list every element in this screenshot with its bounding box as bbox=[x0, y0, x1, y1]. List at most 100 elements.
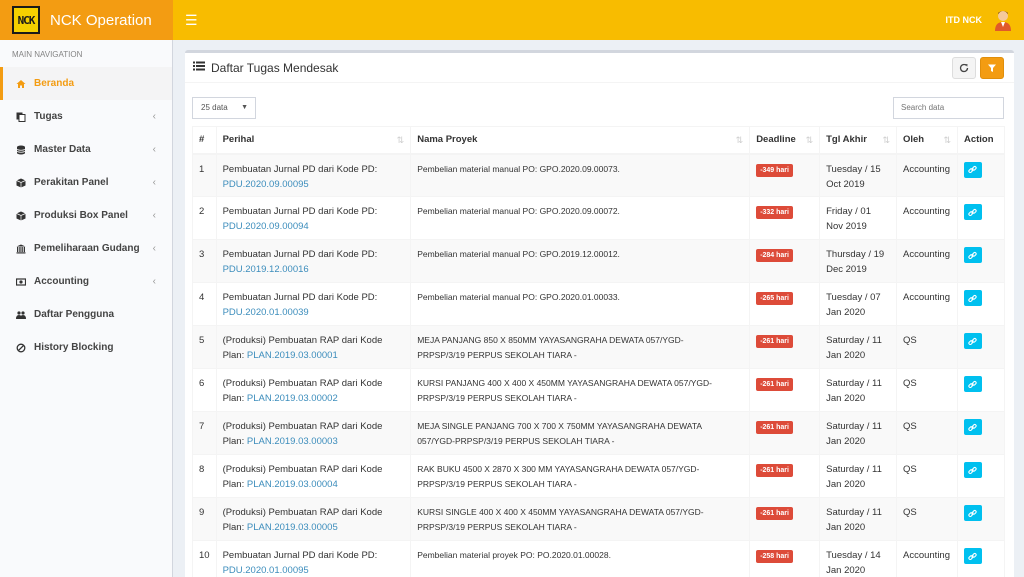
column-header-tgl-akhir[interactable]: Tgl Akhir ⇅ bbox=[819, 126, 897, 155]
sort-icon: ⇅ bbox=[805, 135, 814, 145]
sidebar-item-tugas[interactable]: Tugas ‹ bbox=[0, 100, 172, 133]
cube-icon bbox=[16, 211, 26, 221]
task-code-link[interactable]: PDU.2019.12.00016 bbox=[223, 264, 309, 275]
project-name: RAK BUKU 4500 X 2870 X 300 MM YAYASANGRA… bbox=[417, 464, 700, 474]
open-link-button[interactable] bbox=[963, 505, 982, 521]
open-link-button[interactable] bbox=[963, 462, 982, 478]
deadline-cell: -258 hari bbox=[749, 540, 821, 577]
refresh-button[interactable] bbox=[952, 56, 976, 79]
link-icon bbox=[968, 380, 978, 388]
project-name-cell: MEJA SINGLE PANJANG 700 X 700 X 750MM YA… bbox=[410, 411, 751, 455]
assignee-cell: QS bbox=[896, 411, 958, 455]
sidebar-item-label: Master Data bbox=[34, 144, 91, 155]
task-code-link[interactable]: PDU.2020.01.00039 bbox=[223, 307, 309, 318]
sidebar-item-accounting[interactable]: Accounting ‹ bbox=[0, 265, 172, 298]
task-code-link[interactable]: PLAN.2019.03.00002 bbox=[247, 393, 338, 404]
perihal-prefix: Plan: bbox=[222, 393, 245, 404]
sidebar-item-master-data[interactable]: Master Data ‹ bbox=[0, 133, 172, 166]
project-name-cell: RAK BUKU 4500 X 2870 X 300 MM YAYASANGRA… bbox=[410, 454, 751, 498]
open-link-button[interactable] bbox=[963, 247, 982, 263]
logo-bar[interactable]: NCK NCK Operation bbox=[0, 0, 173, 40]
perihal-cell: Pembuatan Jurnal PD dari Kode PD: PDU.202… bbox=[215, 540, 412, 577]
deadline-badge: -265 hari bbox=[756, 292, 793, 305]
row-number-cell: 3 bbox=[192, 239, 217, 283]
perihal-prefix: Plan: bbox=[222, 436, 245, 447]
perihal-cell: (Produksi) Pembuatan RAP dari Kode Plan: … bbox=[215, 497, 412, 541]
sidebar-item-label: Accounting bbox=[34, 276, 89, 287]
task-code-link[interactable]: PLAN.2019.03.00004 bbox=[247, 479, 338, 490]
end-date-cell: Saturday / 11 Jan 2020 bbox=[819, 411, 897, 455]
search-input[interactable] bbox=[893, 96, 1004, 119]
assignee-cell: QS bbox=[896, 454, 958, 498]
sidebar-item-label: History Blocking bbox=[34, 342, 114, 353]
perihal-cell: (Produksi) Pembuatan RAP dari Kode Plan: … bbox=[215, 411, 412, 455]
sidebar-item-produksi-box-panel[interactable]: Produksi Box Panel ‹ bbox=[0, 199, 172, 232]
sidebar-item-beranda[interactable]: Beranda bbox=[0, 67, 172, 100]
ban-icon bbox=[16, 343, 26, 353]
open-link-button[interactable] bbox=[963, 376, 982, 392]
perihal-cell: Pembuatan Jurnal PD dari Kode PD: PDU.201… bbox=[215, 239, 412, 283]
sidebar-item-label: Daftar Pengguna bbox=[34, 309, 115, 320]
column-header-oleh[interactable]: Oleh ⇅ bbox=[896, 126, 958, 155]
sidebar-item-perakitan-panel[interactable]: Perakitan Panel ‹ bbox=[0, 166, 172, 199]
project-name: KURSI PANJANG 400 X 400 X 450MM YAYASANG… bbox=[417, 378, 712, 388]
perihal-prefix: Plan: bbox=[222, 350, 245, 361]
open-link-button[interactable] bbox=[963, 333, 982, 349]
end-date-cell: Tuesday / 07 Jan 2020 bbox=[819, 282, 897, 326]
home-icon bbox=[16, 79, 26, 89]
perihal-text: Pembuatan Jurnal PD dari Kode PD: bbox=[222, 163, 378, 175]
sidebar-item-daftar-pengguna[interactable]: Daftar Pengguna bbox=[0, 298, 172, 331]
sidebar-item-pemeliharaan-gudang[interactable]: Pemeliharaan Gudang ‹ bbox=[0, 232, 172, 265]
column-header-nama-proyek[interactable]: Nama Proyek ⇅ bbox=[410, 126, 751, 155]
perihal-cell: (Produksi) Pembuatan RAP dari Kode Plan: … bbox=[215, 368, 412, 412]
deadline-cell: -261 hari bbox=[749, 454, 821, 498]
filter-icon bbox=[988, 64, 996, 72]
app-logo: NCK bbox=[12, 6, 40, 34]
list-icon bbox=[193, 61, 205, 74]
chevron-left-icon: ‹ bbox=[152, 276, 156, 287]
refresh-icon bbox=[959, 63, 969, 72]
column-header-no[interactable]: # bbox=[192, 126, 217, 155]
task-code-link[interactable]: PDU.2020.09.00094 bbox=[223, 221, 309, 232]
user-menu[interactable]: ITD NCK bbox=[946, 9, 1013, 31]
perihal-text: (Produksi) Pembuatan RAP dari Kode bbox=[222, 335, 383, 346]
nav-heading: MAIN NAVIGATION bbox=[12, 50, 83, 59]
open-link-button[interactable] bbox=[963, 290, 982, 306]
task-code-link[interactable]: PLAN.2019.03.00005 bbox=[247, 522, 338, 533]
table-controls: 25 data ▼ bbox=[185, 91, 1014, 124]
cube-icon bbox=[16, 178, 26, 188]
project-name: MEJA PANJANG 850 X 850MM YAYASANGRAHA DE… bbox=[417, 335, 684, 345]
deadline-cell: -261 hari bbox=[749, 325, 821, 369]
sidebar-item-label: Produksi Box Panel bbox=[34, 210, 128, 221]
row-number-cell: 10 bbox=[192, 540, 217, 577]
task-code-link[interactable]: PLAN.2019.03.00001 bbox=[247, 350, 338, 361]
sidebar-item-history-blocking[interactable]: History Blocking bbox=[0, 331, 172, 364]
task-code-link[interactable]: PDU.2020.09.00095 bbox=[223, 179, 309, 190]
caret-down-icon: ▼ bbox=[241, 104, 248, 111]
row-number-cell: 2 bbox=[192, 196, 217, 240]
project-name: Pembelian material manual PO: GPO.2020.0… bbox=[417, 206, 620, 216]
page-size-select[interactable]: 25 data ▼ bbox=[192, 96, 256, 119]
project-name-cell: KURSI PANJANG 400 X 400 X 450MM YAYASANG… bbox=[410, 368, 751, 412]
column-header-perihal[interactable]: Perihal ⇅ bbox=[215, 126, 412, 155]
chevron-left-icon: ‹ bbox=[152, 210, 156, 221]
column-header-action: Action bbox=[956, 126, 1006, 155]
bank-icon bbox=[16, 244, 26, 254]
open-link-button[interactable] bbox=[963, 548, 982, 564]
open-link-button[interactable] bbox=[963, 204, 982, 220]
open-link-button[interactable] bbox=[963, 161, 982, 178]
task-code-link[interactable]: PLAN.2019.03.00003 bbox=[247, 436, 338, 447]
menu-toggle-icon[interactable]: ☰ bbox=[185, 12, 198, 29]
task-code-link[interactable]: PDU.2020.01.00095 bbox=[223, 565, 309, 576]
table-row: 6 (Produksi) Pembuatan RAP dari Kode Plan:… bbox=[192, 368, 1006, 412]
end-date-cell: Saturday / 11 Jan 2020 bbox=[819, 325, 897, 369]
link-icon bbox=[968, 208, 978, 216]
row-number-cell: 9 bbox=[192, 497, 217, 541]
open-link-button[interactable] bbox=[963, 419, 982, 435]
perihal-cell: Pembuatan Jurnal PD dari Kode PD: PDU.202… bbox=[215, 196, 412, 240]
deadline-cell: -261 hari bbox=[749, 497, 821, 541]
column-header-deadline[interactable]: Deadline ⇅ bbox=[749, 126, 821, 155]
perihal-text: (Produksi) Pembuatan RAP dari Kode bbox=[222, 421, 383, 432]
filter-button[interactable] bbox=[980, 56, 1004, 79]
assignee-cell: Accounting bbox=[896, 239, 958, 283]
